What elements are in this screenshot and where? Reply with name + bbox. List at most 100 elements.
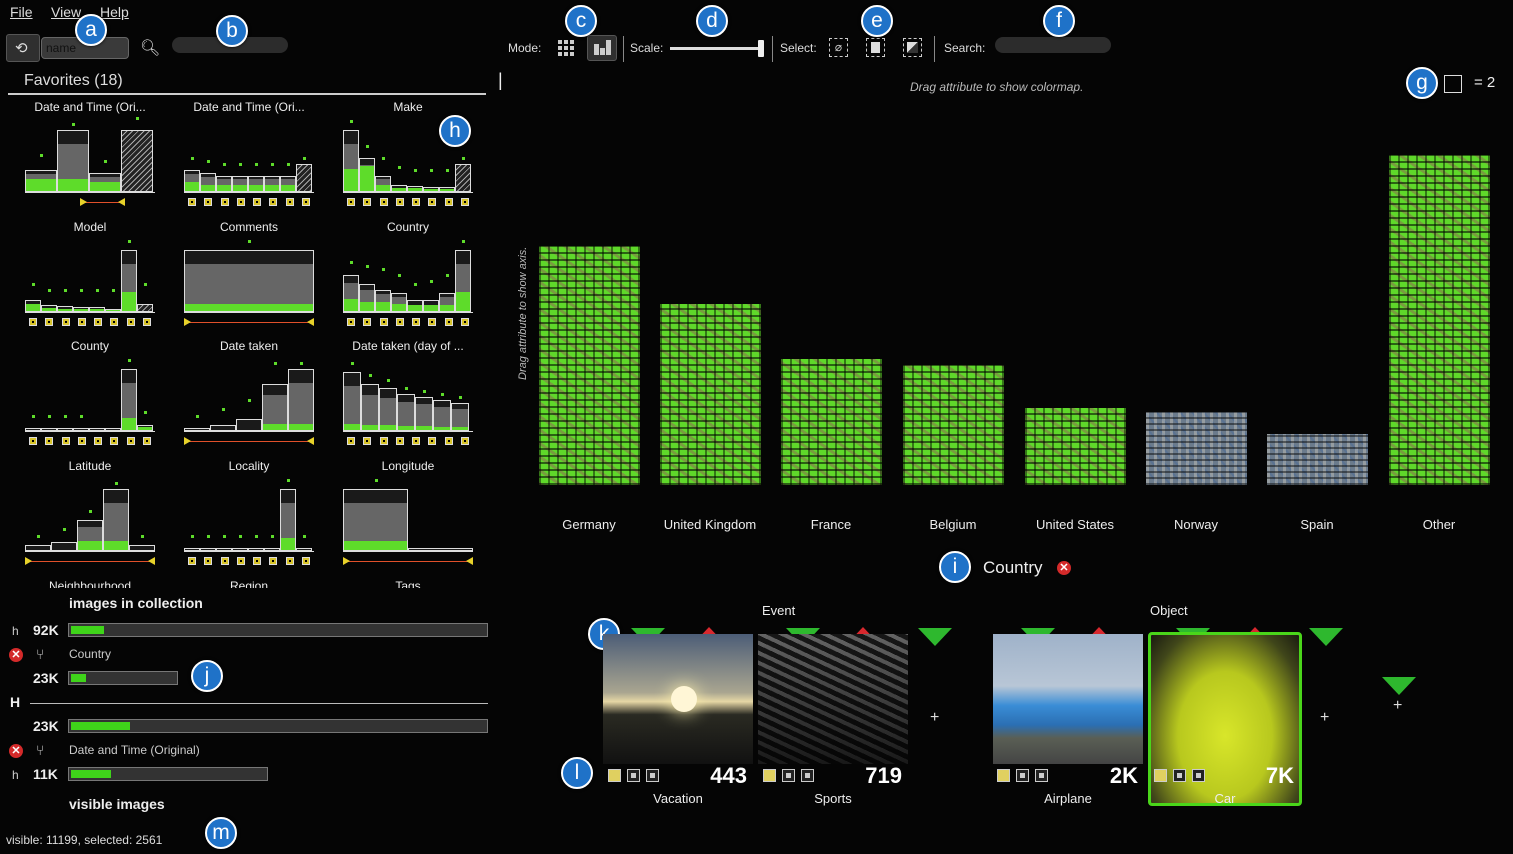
bin-toggle[interactable]: [29, 437, 37, 445]
histogram-bar[interactable]: [184, 428, 210, 431]
favorite-attribute-title[interactable]: Date taken (day of ...: [333, 339, 483, 353]
histogram-bar[interactable]: [262, 384, 288, 431]
bin-toggle[interactable]: [204, 557, 213, 565]
bin-toggle[interactable]: [412, 318, 420, 326]
bin-toggle[interactable]: [126, 437, 135, 445]
bar-united-kingdom[interactable]: [659, 304, 761, 485]
range-start-handle[interactable]: [343, 557, 350, 565]
bin-toggle[interactable]: [269, 557, 278, 565]
histogram-bar[interactable]: [57, 306, 73, 312]
histogram-bar[interactable]: [433, 400, 451, 431]
reload-button[interactable]: ⟲: [6, 34, 40, 62]
bin-toggle[interactable]: [285, 198, 294, 206]
select-invert-icon[interactable]: [903, 38, 922, 57]
bin-toggle[interactable]: [444, 198, 453, 206]
add-object-button[interactable]: +: [1320, 709, 1329, 727]
histogram-bar[interactable]: [216, 176, 232, 192]
bin-toggle[interactable]: [220, 198, 229, 206]
country-bar-chart[interactable]: Germany United Kingdom France Belgium United…: [520, 100, 1510, 540]
remove-filter-country-close-icon[interactable]: ✕: [9, 648, 23, 662]
bin-toggle[interactable]: [428, 198, 437, 206]
bin-toggle[interactable]: [45, 437, 54, 445]
histogram-bar[interactable]: [439, 187, 455, 192]
histogram-bar[interactable]: [379, 388, 397, 431]
histogram-bar[interactable]: [343, 275, 359, 312]
favorite-attribute-title[interactable]: County: [15, 339, 165, 353]
histogram-bar[interactable]: [423, 300, 439, 312]
histogram-bar[interactable]: [359, 284, 375, 312]
histogram-bar[interactable]: [184, 548, 200, 551]
bin-toggle[interactable]: [142, 437, 151, 445]
histogram-bar[interactable]: [25, 428, 41, 431]
filter-toggle[interactable]: [1192, 769, 1205, 782]
bin-toggle[interactable]: [301, 198, 310, 206]
histogram-bar[interactable]: [343, 372, 361, 431]
histogram-other-bar[interactable]: [137, 304, 153, 312]
histogram-bar[interactable]: [343, 130, 359, 192]
range-end-handle[interactable]: [118, 198, 125, 206]
remove-axis-close-icon[interactable]: ✕: [1057, 561, 1071, 575]
histogram-bar[interactable]: [280, 489, 296, 551]
bin-toggle[interactable]: [285, 557, 294, 565]
bin-toggle[interactable]: [444, 437, 453, 445]
bin-toggle[interactable]: [395, 198, 404, 206]
include-arrow-down-icon[interactable]: [918, 628, 952, 646]
include-arrow-down-icon[interactable]: [1309, 628, 1343, 646]
color-toggle[interactable]: [1154, 769, 1167, 782]
bin-toggle[interactable]: [395, 437, 404, 445]
histogram-other-bar[interactable]: [296, 164, 312, 192]
bin-toggle[interactable]: [220, 557, 229, 565]
histogram-bar[interactable]: [408, 548, 473, 551]
select-toggle[interactable]: [782, 769, 795, 782]
histogram-bar[interactable]: [216, 548, 232, 551]
bin-toggle[interactable]: [363, 437, 372, 445]
bin-toggle[interactable]: [269, 198, 278, 206]
search-input[interactable]: [995, 37, 1111, 53]
histogram-bar[interactable]: [232, 176, 248, 192]
bin-toggle[interactable]: [412, 198, 420, 206]
bin-toggle[interactable]: [428, 318, 437, 326]
bin-toggle[interactable]: [363, 318, 372, 326]
favorite-attribute-title[interactable]: Neighbourhood: [15, 579, 165, 588]
bin-toggle[interactable]: [126, 318, 135, 326]
favorite-attribute-title[interactable]: Make: [333, 100, 483, 114]
bin-toggle[interactable]: [61, 318, 70, 326]
bin-toggle[interactable]: [379, 318, 388, 326]
histogram-bar[interactable]: [77, 520, 103, 551]
menu-view[interactable]: View: [51, 4, 81, 20]
histogram-bar[interactable]: [89, 428, 105, 431]
bin-toggle[interactable]: [253, 557, 261, 565]
add-group-button[interactable]: +: [1393, 697, 1402, 715]
bin-toggle[interactable]: [253, 198, 261, 206]
bin-toggle[interactable]: [188, 198, 196, 206]
favorite-attribute-title[interactable]: Longitude: [333, 459, 483, 473]
histogram-bar[interactable]: [73, 307, 89, 312]
histogram-bar[interactable]: [248, 176, 264, 192]
favorite-attribute-title[interactable]: Date and Time (Ori...: [15, 100, 165, 114]
bin-toggle[interactable]: [395, 318, 404, 326]
favorite-attribute-title[interactable]: Latitude: [15, 459, 165, 473]
select-toggle[interactable]: [1173, 769, 1186, 782]
histogram-bar[interactable]: [200, 173, 216, 192]
histogram-bar[interactable]: [137, 425, 153, 431]
range-start-handle[interactable]: [184, 437, 191, 445]
histogram-bar[interactable]: [57, 428, 73, 431]
histogram-bar[interactable]: [129, 545, 155, 551]
color-toggle[interactable]: [608, 769, 621, 782]
histogram-bar[interactable]: [51, 542, 77, 551]
favorite-attribute-title[interactable]: Model: [15, 220, 165, 234]
histogram-bar[interactable]: [391, 293, 407, 312]
histogram-bar[interactable]: [25, 545, 51, 551]
range-end-handle[interactable]: [148, 557, 155, 565]
bin-toggle[interactable]: [236, 557, 245, 565]
histogram-bar[interactable]: [375, 290, 391, 312]
histogram-other-bar[interactable]: [121, 130, 153, 192]
histogram-bar[interactable]: [415, 397, 433, 431]
histogram-bar[interactable]: [361, 384, 379, 431]
menu-file[interactable]: File: [10, 4, 33, 20]
histogram-bar[interactable]: [296, 548, 312, 551]
histogram-bar[interactable]: [451, 403, 469, 431]
histogram-bar[interactable]: [25, 300, 41, 312]
filter-toggle[interactable]: [1035, 769, 1048, 782]
bin-toggle[interactable]: [110, 437, 119, 445]
